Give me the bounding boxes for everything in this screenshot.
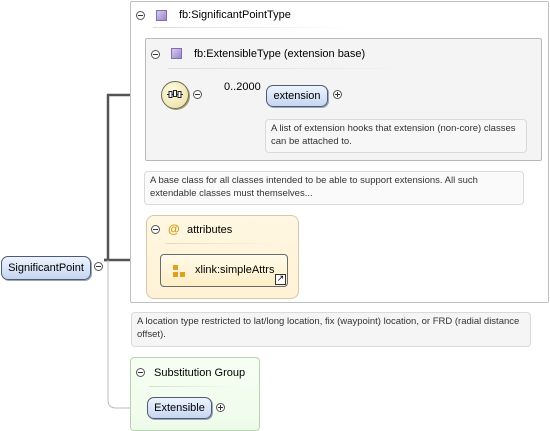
significant-point-type-title: fb:SignificantPointType <box>179 9 291 21</box>
extension-element[interactable]: extension <box>266 85 328 107</box>
sequence-compositor-icon[interactable] <box>161 81 189 109</box>
complex-type-icon <box>156 10 167 21</box>
substitution-group-box: Substitution Group <box>130 357 260 431</box>
extensible-type-documentation: A base class for all classes intended to… <box>144 171 524 205</box>
sequence-glyph-icon <box>167 90 183 98</box>
complex-type-icon <box>171 48 182 59</box>
expand-extensible-toggle-icon[interactable] <box>216 403 225 412</box>
header-divider <box>149 386 239 387</box>
substitution-group-title: Substitution Group <box>154 367 246 379</box>
simple-attrs-label: xlink:simpleAttrs <box>195 264 275 276</box>
collapse-substitution-toggle-icon[interactable] <box>136 368 145 377</box>
significant-point-type-documentation: A location type restricted to lat/long l… <box>131 312 531 347</box>
extensible-substitution-element[interactable]: Extensible <box>147 397 212 419</box>
expand-extension-toggle-icon[interactable] <box>333 90 342 99</box>
attribute-group-icon <box>180 272 185 277</box>
header-divider <box>153 27 353 28</box>
attributes-title: attributes <box>187 224 233 236</box>
collapse-attributes-toggle-icon[interactable] <box>151 225 160 234</box>
significant-point-element[interactable]: SignificantPoint <box>1 256 91 280</box>
header-divider <box>168 68 418 69</box>
collapse-type-toggle-icon[interactable] <box>136 11 145 20</box>
attribute-group-simple-attrs[interactable]: xlink:simpleAttrs ↗ <box>160 254 288 287</box>
collapse-root-toggle-icon[interactable] <box>94 262 103 271</box>
attribute-group-icon <box>173 272 178 277</box>
collapse-sequence-toggle-icon[interactable] <box>193 90 202 99</box>
collapse-extension-base-toggle-icon[interactable] <box>151 50 160 59</box>
extensible-type-title: fb:ExtensibleType (extension base) <box>194 48 366 60</box>
attribute-at-icon: @ <box>168 222 180 236</box>
extension-documentation: A list of extension hooks that extension… <box>265 119 527 153</box>
attribute-group-icon <box>173 265 178 270</box>
link-arrow-icon[interactable]: ↗ <box>275 274 286 285</box>
header-divider <box>165 243 275 244</box>
extension-cardinality: 0..2000 <box>224 81 261 93</box>
